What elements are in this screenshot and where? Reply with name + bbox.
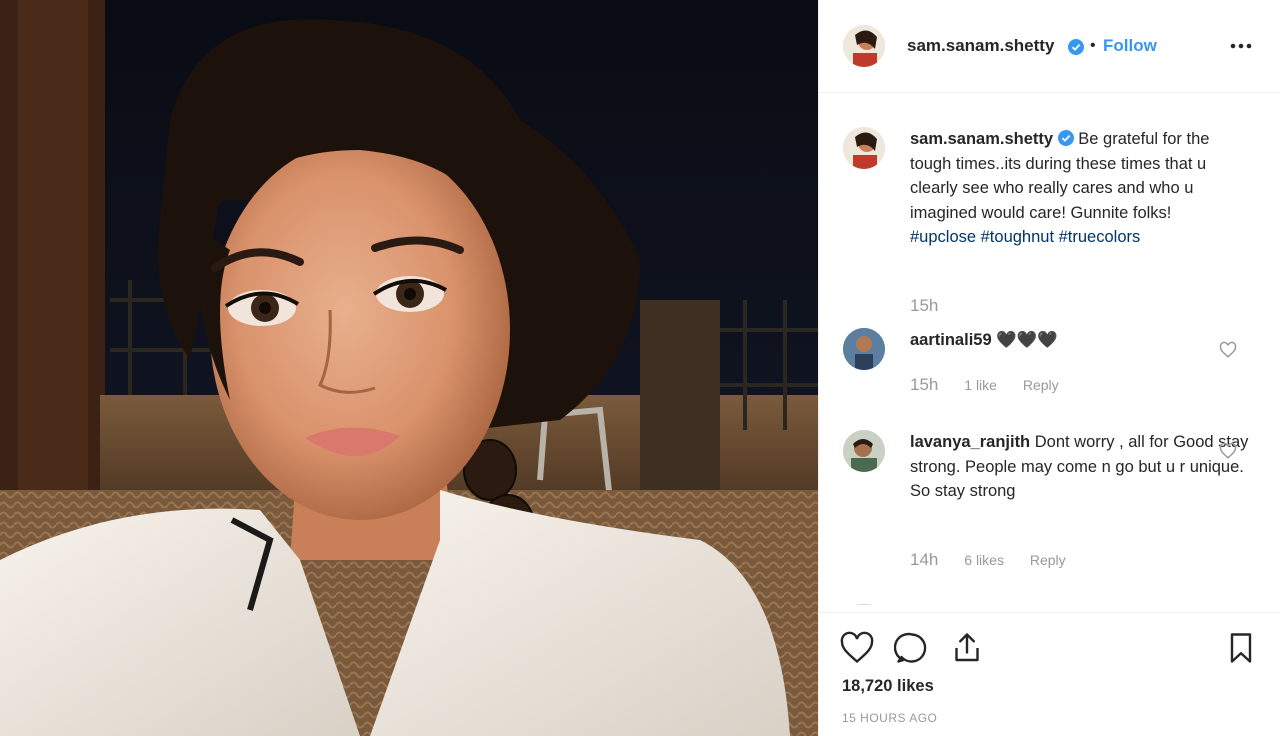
- follow-button[interactable]: Follow: [1103, 36, 1157, 56]
- reply-button[interactable]: Reply: [1023, 377, 1059, 393]
- share-icon[interactable]: [949, 630, 985, 666]
- author-username-link[interactable]: sam.sanam.shetty: [907, 36, 1054, 56]
- caption-time[interactable]: 15h: [910, 296, 938, 315]
- comment-text-block: lavanya_ranjith Dont worry , all for Goo…: [910, 430, 1250, 504]
- avatar-image: [843, 127, 885, 169]
- post-photo[interactable]: [0, 0, 818, 736]
- caption-meta: 15h: [910, 296, 938, 316]
- comment-like-heart-icon[interactable]: [1219, 341, 1237, 359]
- caption-username-link[interactable]: sam.sanam.shetty: [910, 130, 1053, 148]
- likes-count[interactable]: 18,720 likes: [842, 677, 934, 696]
- comment-like-heart-icon[interactable]: [1219, 442, 1237, 460]
- reply-button[interactable]: Reply: [1030, 552, 1066, 568]
- comment-time[interactable]: 14h: [910, 550, 938, 569]
- comment-meta: 15h 1 like Reply: [910, 375, 1059, 395]
- comment-likes[interactable]: 6 likes: [964, 552, 1004, 568]
- verified-badge-icon: [1057, 130, 1074, 148]
- caption-text-block: sam.sanam.shetty Be grateful for the tou…: [910, 127, 1250, 250]
- more-options-icon[interactable]: [1229, 34, 1253, 58]
- avatar-image: [843, 25, 885, 67]
- heart-icon[interactable]: [839, 630, 875, 666]
- comment-meta: 14h 6 likes Reply: [910, 550, 1066, 570]
- post-side-panel: sam.sanam.shetty • Follow sam.sanam.shet…: [818, 0, 1280, 736]
- photo-illustration: [0, 0, 818, 736]
- comment-avatar[interactable]: [843, 430, 885, 472]
- comments-list[interactable]: sam.sanam.shetty Be grateful for the tou…: [819, 94, 1280, 612]
- comment-username-link[interactable]: lavanya_ranjith: [910, 433, 1030, 451]
- comment-likes[interactable]: 1 like: [964, 377, 997, 393]
- caption-hashtags[interactable]: #upclose #toughnut #truecolors: [910, 228, 1140, 246]
- comment-text: 🖤🖤🖤: [996, 331, 1058, 349]
- post-actions: 18,720 likes 15 HOURS AGO: [819, 612, 1280, 736]
- load-more-indicator: [857, 604, 871, 608]
- comment-username-link[interactable]: aartinali59: [910, 331, 992, 349]
- comment-text-block: aartinali59 🖤🖤🖤: [910, 328, 1250, 353]
- verified-badge-icon: [1068, 39, 1084, 58]
- caption-avatar[interactable]: [843, 127, 885, 169]
- comment-avatar[interactable]: [843, 328, 885, 370]
- post-header: sam.sanam.shetty • Follow: [819, 0, 1280, 93]
- avatar-image: [843, 328, 885, 370]
- avatar-image: [843, 430, 885, 472]
- comment-icon[interactable]: [893, 630, 930, 666]
- bookmark-icon[interactable]: [1223, 630, 1259, 666]
- header-separator: •: [1090, 37, 1096, 54]
- post-timestamp[interactable]: 15 HOURS AGO: [842, 711, 937, 725]
- comment-time[interactable]: 15h: [910, 375, 938, 394]
- author-avatar[interactable]: [843, 25, 885, 67]
